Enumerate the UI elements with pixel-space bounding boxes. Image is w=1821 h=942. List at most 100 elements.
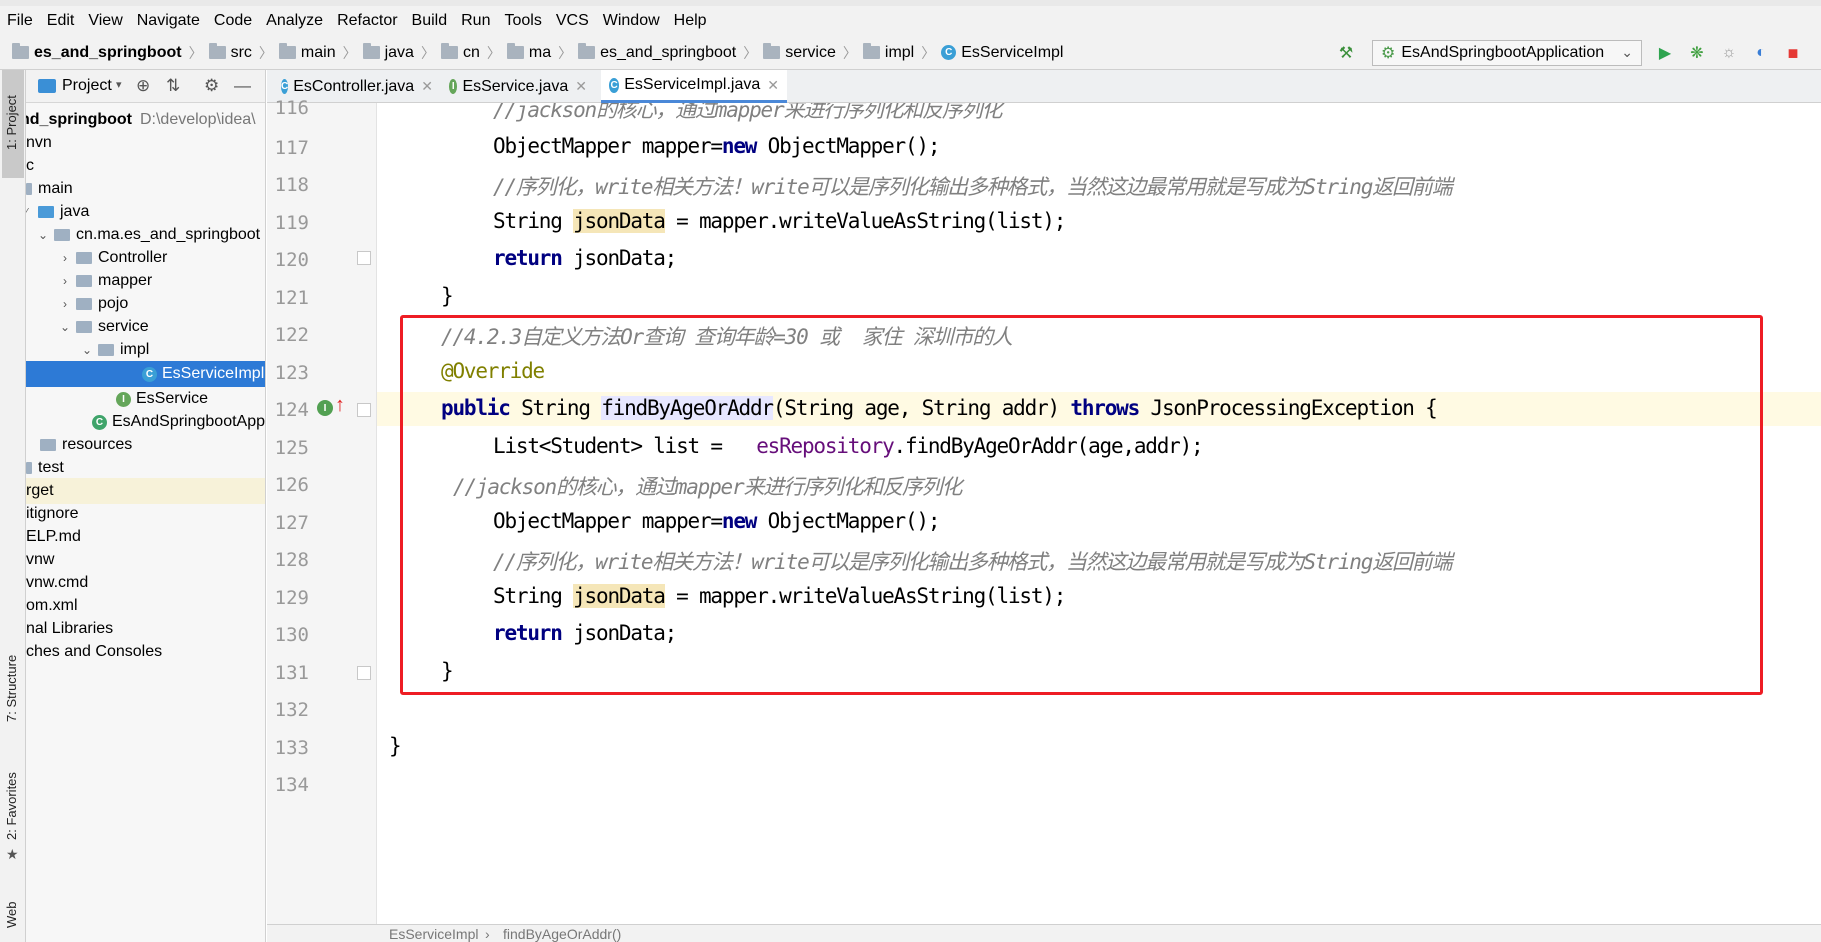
- tree-item-selected[interactable]: C EsServiceImpl: [26, 361, 265, 387]
- chevron-down-icon: ⁄: [26, 206, 28, 218]
- interface-icon: I: [116, 391, 131, 407]
- breadcrumb-item[interactable]: cn 〉: [440, 43, 501, 63]
- code-line-133: }: [389, 734, 402, 758]
- tree-item[interactable]: ches and Consoles: [26, 639, 265, 665]
- chevron-right-icon: ›: [63, 251, 67, 265]
- chevron-down-icon[interactable]: ▾: [116, 78, 122, 91]
- chevron-right-icon: ›: [63, 274, 67, 288]
- build-hammer-icon[interactable]: ⚒: [1337, 44, 1355, 62]
- menu-view[interactable]: View: [81, 12, 129, 30]
- web-tool-label[interactable]: Web: [4, 902, 19, 929]
- gear-icon[interactable]: ⚙: [204, 76, 219, 96]
- locate-icon[interactable]: ⊕: [136, 76, 150, 96]
- close-icon[interactable]: ✕: [575, 78, 587, 95]
- package-icon: [76, 275, 92, 287]
- tab-esserviceimpl[interactable]: C EsServiceImpl.java ✕: [601, 70, 787, 103]
- breadcrumb-item[interactable]: ma 〉: [506, 43, 572, 63]
- breadcrumb-method[interactable]: findByAgeOrAddr(): [503, 926, 621, 942]
- minimize-icon[interactable]: —: [234, 76, 251, 96]
- menu-build[interactable]: Build: [405, 12, 455, 30]
- class-icon: C: [941, 45, 957, 60]
- fold-icon[interactable]: [357, 251, 371, 265]
- profile-icon[interactable]: ◐: [1752, 44, 1770, 62]
- line-number: 134: [274, 774, 309, 796]
- folder-icon: [862, 43, 880, 59]
- fold-icon[interactable]: [357, 666, 371, 680]
- close-icon[interactable]: ✕: [421, 78, 433, 95]
- chevron-down-icon: ⌄: [37, 228, 49, 242]
- interface-icon: I: [449, 79, 458, 94]
- navigation-bar: es_and_springboot 〉 src 〉 main 〉 java 〉 cn 〉 …: [0, 36, 1821, 70]
- spring-app-icon: ⚙: [1381, 45, 1396, 62]
- code-line-121: }: [441, 284, 454, 308]
- line-number: 127: [274, 512, 309, 534]
- line-number: 119: [274, 212, 309, 234]
- breadcrumb-separator: ›: [485, 926, 490, 942]
- stop-icon[interactable]: ■: [1784, 43, 1802, 63]
- coverage-icon[interactable]: ☼: [1720, 44, 1738, 62]
- menu-code[interactable]: Code: [207, 12, 259, 30]
- line-number: 124: [274, 399, 309, 421]
- menu-run[interactable]: Run: [454, 12, 497, 30]
- debug-icon[interactable]: ❋: [1688, 44, 1706, 62]
- close-icon[interactable]: ✕: [767, 77, 779, 94]
- code-line-120: return jsonData;: [493, 246, 677, 270]
- left-tool-strip: 1: Project 7: Structure 2: Favorites ★ W…: [0, 70, 26, 942]
- project-tool-label[interactable]: 1: Project: [4, 95, 19, 150]
- breadcrumb-item[interactable]: es_and_springboot 〉: [578, 43, 757, 63]
- breadcrumb-item[interactable]: es_and_springboot 〉: [12, 43, 203, 63]
- fold-icon[interactable]: [357, 403, 371, 417]
- run-configuration-label: EsAndSpringbootApplication: [1401, 44, 1605, 61]
- package-icon: [76, 321, 92, 333]
- menu-refactor[interactable]: Refactor: [330, 12, 404, 30]
- menu-edit[interactable]: Edit: [40, 12, 82, 30]
- menu-bar: File Edit View Navigate Code Analyze Ref…: [0, 6, 1821, 36]
- menu-file[interactable]: File: [0, 12, 40, 30]
- package-icon: [76, 298, 92, 310]
- line-number: 131: [274, 662, 309, 684]
- folder-icon: [578, 43, 596, 59]
- run-configuration-select[interactable]: ⚙ EsAndSpringbootApplication ⌄: [1372, 40, 1642, 66]
- breadcrumb-item[interactable]: main 〉: [278, 43, 357, 63]
- project-view-selector[interactable]: Project: [62, 77, 112, 95]
- code-line-116: //jackson的核心，通过mapper来进行序列化和反序列化: [493, 103, 1002, 122]
- chevron-down-icon: ⌄: [1621, 44, 1633, 60]
- breadcrumb-item[interactable]: src 〉: [208, 43, 273, 63]
- implements-method-icon[interactable]: I: [317, 400, 333, 416]
- line-number: 129: [274, 587, 309, 609]
- structure-tool-label[interactable]: 7: Structure: [4, 655, 19, 722]
- class-icon: C: [142, 366, 157, 382]
- line-number: 116: [274, 97, 309, 119]
- menu-help[interactable]: Help: [667, 12, 714, 30]
- menu-tools[interactable]: Tools: [497, 12, 548, 30]
- folder-icon: [362, 43, 380, 59]
- folder-icon: [40, 439, 56, 451]
- line-number: 117: [274, 137, 309, 159]
- breadcrumb-item[interactable]: C EsServiceImpl: [941, 44, 1063, 62]
- menu-analyze[interactable]: Analyze: [259, 12, 330, 30]
- line-number: 132: [274, 699, 309, 721]
- menu-vcs[interactable]: VCS: [549, 12, 596, 30]
- folder-icon: [506, 43, 524, 59]
- folder-icon: [278, 43, 296, 59]
- breadcrumb-item[interactable]: service 〉: [763, 43, 857, 63]
- project-view-icon: [38, 79, 56, 93]
- breadcrumb-item[interactable]: impl 〉: [862, 43, 935, 63]
- code-line-118: //序列化，write相关方法！write可以是序列化输出多种格式，当然这边最常…: [493, 175, 1453, 199]
- line-number: 122: [274, 324, 309, 346]
- favorites-tool-label[interactable]: 2: Favorites: [4, 772, 19, 840]
- line-number: 123: [274, 362, 309, 384]
- up-arrow-icon[interactable]: ↑: [335, 394, 345, 417]
- line-number: 128: [274, 549, 309, 571]
- line-number: 121: [274, 287, 309, 309]
- tab-esservice[interactable]: I EsService.java ✕: [441, 70, 595, 103]
- tree-item[interactable]: ⌄ impl: [80, 337, 265, 363]
- line-number: 125: [274, 437, 309, 459]
- menu-window[interactable]: Window: [596, 12, 667, 30]
- collapse-all-icon[interactable]: ⇅: [166, 76, 180, 96]
- breadcrumb-item[interactable]: java 〉: [362, 43, 435, 63]
- breadcrumb-class[interactable]: EsServiceImpl: [389, 926, 478, 942]
- menu-navigate[interactable]: Navigate: [130, 12, 207, 30]
- class-icon: C: [281, 79, 289, 94]
- run-icon[interactable]: ▶: [1656, 44, 1674, 62]
